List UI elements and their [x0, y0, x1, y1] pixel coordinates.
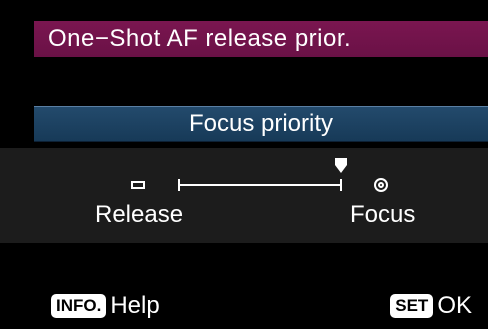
slider-right-tick: [340, 179, 342, 191]
ok-label: OK: [437, 292, 472, 319]
ok-hint[interactable]: SET OK: [390, 292, 472, 320]
help-hint[interactable]: INFO. Help: [51, 292, 160, 320]
release-option-label: Release: [95, 201, 184, 228]
focus-circle-icon: [374, 178, 388, 192]
help-label: Help: [110, 292, 160, 319]
set-button-icon: SET: [390, 294, 434, 318]
menu-title-bar: One−Shot AF release prior.: [34, 21, 488, 57]
focus-option-label: Focus: [350, 201, 416, 228]
release-square-icon: [131, 181, 145, 189]
menu-title: One−Shot AF release prior.: [48, 25, 352, 52]
slider-pointer-icon[interactable]: [334, 158, 348, 174]
info-button-icon: INFO.: [51, 294, 107, 318]
current-setting-banner: Focus priority: [34, 106, 488, 142]
camera-menu-screen: One−Shot AF release prior. Focus priorit…: [0, 0, 488, 329]
slider-track[interactable]: [179, 184, 342, 186]
current-setting-value: Focus priority: [188, 110, 334, 137]
